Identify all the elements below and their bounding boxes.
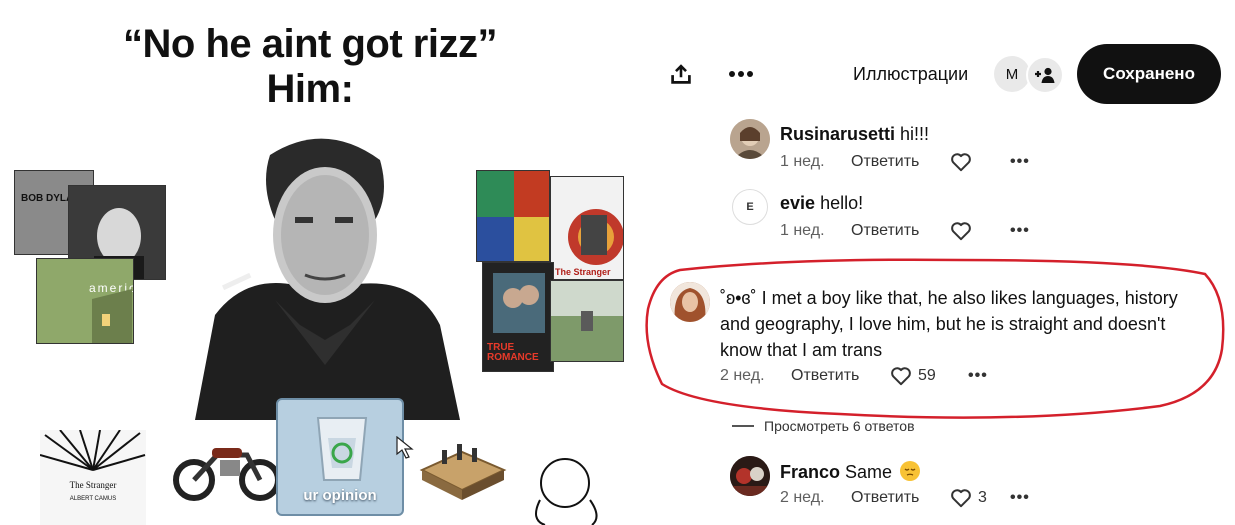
chessboard-image <box>419 444 507 500</box>
comment-avatar[interactable] <box>730 119 770 159</box>
pin-image[interactable]: “No he aint got rizz” Him: BOB DYLAN ame… <box>0 0 640 525</box>
recycle-bin-icon <box>316 417 368 481</box>
comment-text: hi!!! <box>900 124 930 144</box>
view-replies-button[interactable]: Просмотреть 6 ответов <box>732 418 915 434</box>
album-cover-american: americ <box>36 258 134 344</box>
pensive-face-emoji <box>900 461 921 481</box>
avatar[interactable]: M <box>994 56 1030 92</box>
comment-author[interactable]: ˚ʚ•ɞ˚ <box>720 288 757 308</box>
motorcycle-image <box>173 448 280 501</box>
the-stranger-book: The Stranger ALBERT CAMUS <box>40 430 146 525</box>
comment-text: hello! <box>820 193 864 213</box>
meme-caption-line2: Him: <box>266 66 354 111</box>
comment-more-button[interactable]: ••• <box>968 367 988 385</box>
divider-line <box>732 425 754 427</box>
saved-button[interactable]: Сохранено <box>1077 44 1221 104</box>
comment-item: Franco Same 2 нед. Ответить 3 ••• <box>780 459 1200 509</box>
reply-button[interactable]: Ответить <box>851 222 950 240</box>
comment-text: Same <box>845 462 893 482</box>
comment-time: 2 нед. <box>780 489 825 506</box>
avatar-photo <box>670 282 710 322</box>
pin-toolbar: Иллюстрации M Сохранено <box>640 44 1235 104</box>
add-collaborator-button[interactable] <box>1026 56 1064 94</box>
like-button[interactable]: 3 <box>950 488 1010 508</box>
like-count: 3 <box>978 489 987 506</box>
comment-item: evie hello! 1 нед. Ответить ••• <box>780 190 1200 242</box>
like-button[interactable]: 59 <box>890 366 968 386</box>
more-icon <box>729 71 753 77</box>
emoji-face-icon <box>904 468 916 476</box>
comment-author[interactable]: Rusinarusetti <box>780 124 895 144</box>
landscape-art <box>551 281 623 361</box>
heart-icon <box>951 489 971 508</box>
meme-caption: “No he aint got rizz” Him: <box>60 22 560 112</box>
comment-time: 1 нед. <box>780 153 825 170</box>
avatar-photo <box>730 456 770 496</box>
trash-bin-image: ur opinion <box>276 398 414 516</box>
comment-time: 2 нед. <box>720 367 765 384</box>
comment-avatar[interactable] <box>670 282 710 322</box>
like-button[interactable] <box>950 221 1010 241</box>
anime-art <box>477 171 549 261</box>
poster-art <box>568 209 623 265</box>
comment-author[interactable]: Franco <box>780 462 840 482</box>
comment-meta: 2 нед. Ответить 59 ••• <box>720 365 1190 387</box>
comment-text: I met a boy like that, he also likes lan… <box>720 288 1178 360</box>
comment-more-button[interactable]: ••• <box>1010 153 1030 171</box>
avatar-photo <box>730 119 770 159</box>
landscape-poster <box>550 280 624 362</box>
comment-avatar[interactable]: E <box>732 189 768 225</box>
comment-meta: 2 нед. Ответить 3 ••• <box>780 487 1200 509</box>
add-person-icon <box>1035 67 1055 83</box>
portrait-photo <box>175 125 470 420</box>
movie-collage: The Stranger TRUE ROMANCE <box>476 170 624 372</box>
poster-label: The Stranger <box>555 267 611 277</box>
like-count: 59 <box>918 367 936 384</box>
heart-icon <box>891 367 911 386</box>
board-selector[interactable]: Иллюстрации <box>853 64 968 85</box>
reply-button[interactable]: Ответить <box>851 489 950 507</box>
comment-more-button[interactable]: ••• <box>1010 222 1030 240</box>
view-replies-label: Просмотреть 6 ответов <box>764 418 915 434</box>
book-author: ALBERT CAMUS <box>69 496 117 502</box>
poster-label: TRUE ROMANCE <box>487 342 539 363</box>
like-button[interactable] <box>950 152 1010 172</box>
comment-item: Rusinarusetti hi!!! 1 нед. Ответить ••• <box>780 121 1200 173</box>
meme-caption-line1: “No he aint got rizz” <box>123 22 497 66</box>
pin-detail-panel: Иллюстрации M Сохранено Rusinarusetti hi… <box>640 0 1235 525</box>
sketch-drawing <box>535 458 598 525</box>
share-button[interactable] <box>665 58 697 90</box>
comment-meta: 1 нед. Ответить ••• <box>780 151 1200 173</box>
heart-icon <box>951 153 971 172</box>
book-title: The Stranger <box>69 480 117 490</box>
the-stranger-poster: The Stranger <box>550 176 624 280</box>
more-options-button[interactable] <box>725 58 757 90</box>
comment-time: 1 нед. <box>780 222 825 239</box>
comment-more-button[interactable]: ••• <box>1010 489 1030 507</box>
reply-button[interactable]: Ответить <box>851 153 950 171</box>
comment-meta: 1 нед. Ответить ••• <box>780 220 1200 242</box>
house-art <box>92 289 132 343</box>
heart-icon <box>951 222 971 241</box>
sunburst-art <box>40 430 146 471</box>
reply-button[interactable]: Ответить <box>791 367 890 385</box>
true-romance-poster: TRUE ROMANCE <box>482 262 554 372</box>
comment-item: ˚ʚ•ɞ˚ I met a boy like that, he also lik… <box>720 285 1190 387</box>
opinion-label: ur opinion <box>303 487 377 504</box>
comment-avatar[interactable] <box>730 456 770 496</box>
share-icon <box>671 64 691 84</box>
cowboy-bebop-cover <box>476 170 550 262</box>
comment-author[interactable]: evie <box>780 193 815 213</box>
